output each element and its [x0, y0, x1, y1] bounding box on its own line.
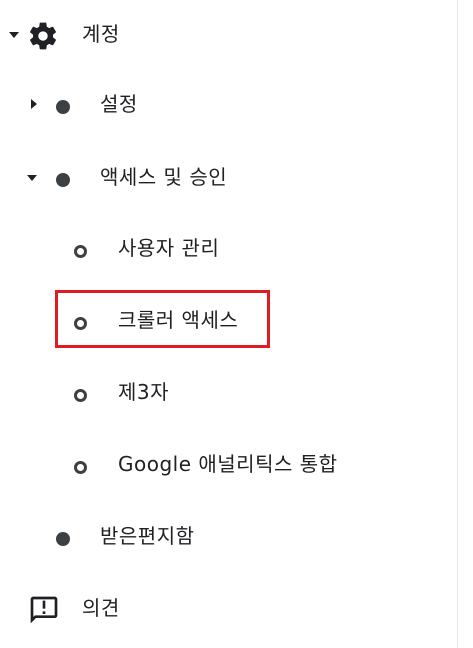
bullet-ring — [74, 389, 87, 402]
bullet-ring — [74, 461, 87, 474]
nav-item-label: Google 애널리틱스 통합 — [118, 452, 338, 476]
nav-item-settings[interactable]: 설정 — [0, 84, 457, 128]
nav-item-label: 사용자 관리 — [118, 236, 220, 260]
feedback-icon — [28, 594, 60, 626]
nav-item-inbox[interactable]: 받은편지함 — [0, 514, 457, 558]
bullet-dot — [56, 173, 70, 187]
nav-item-label: 설정 — [100, 92, 138, 116]
nav-item-feedback[interactable]: 의견 — [0, 586, 457, 630]
bullet-dot — [56, 100, 70, 114]
nav-item-access[interactable]: 액세스 및 승인 — [0, 156, 457, 200]
panel-divider — [457, 0, 458, 648]
nav-item-user-management[interactable]: 사용자 관리 — [0, 226, 457, 270]
nav-item-label: 액세스 및 승인 — [100, 165, 228, 189]
gear-icon — [27, 20, 59, 52]
bullet-dot — [56, 532, 70, 546]
caret-down-icon[interactable] — [24, 170, 40, 186]
nav-item-label: 계정 — [82, 22, 120, 46]
nav-item-google-analytics[interactable]: Google 애널리틱스 통합 — [0, 442, 457, 486]
nav-item-label: 의견 — [82, 596, 120, 620]
highlight-box — [55, 290, 270, 348]
caret-right-icon[interactable] — [26, 96, 42, 112]
nav-item-third-party[interactable]: 제3자 — [0, 370, 457, 414]
nav-item-account[interactable]: 계정 — [0, 14, 457, 58]
nav-item-label: 받은편지함 — [100, 524, 195, 548]
bullet-ring — [74, 245, 87, 258]
caret-down-icon[interactable] — [6, 27, 22, 43]
nav-item-label: 제3자 — [118, 380, 170, 404]
